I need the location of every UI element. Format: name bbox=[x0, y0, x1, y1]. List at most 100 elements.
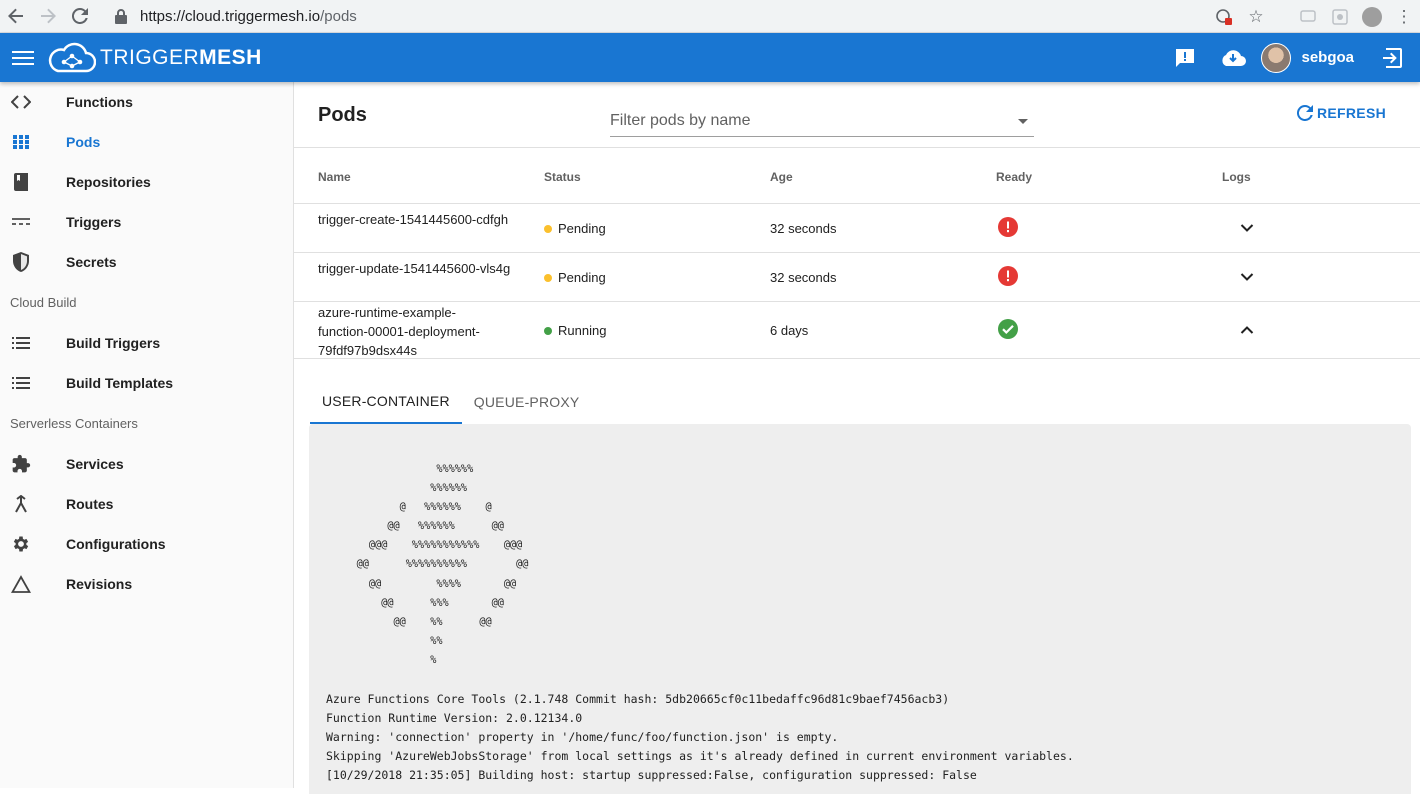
dropdown-caret-icon[interactable] bbox=[1018, 119, 1028, 124]
status-cell: Running bbox=[544, 323, 606, 338]
pod-age: 32 seconds bbox=[770, 221, 837, 236]
main-content: Pods REFRESH Name Status Age Ready Logs … bbox=[294, 82, 1420, 794]
sidebar-item-repositories[interactable]: Repositories bbox=[0, 162, 293, 202]
sidebar-item-build-triggers[interactable]: Build Triggers bbox=[0, 323, 293, 363]
app-header: TRIGGERMESH sebgoa bbox=[0, 33, 1420, 82]
url-path: /pods bbox=[320, 7, 357, 25]
status-dot-pending bbox=[544, 224, 552, 233]
sidebar-item-label: Pods bbox=[66, 134, 101, 150]
menu-icon[interactable] bbox=[12, 50, 34, 65]
sidebar-item-build-templates[interactable]: Build Templates bbox=[0, 363, 293, 403]
browser-menu-icon[interactable]: ⋮ bbox=[1388, 0, 1420, 33]
back-arrow-icon[interactable] bbox=[0, 0, 32, 33]
sidebar-item-label: Services bbox=[66, 456, 124, 472]
extension-icon[interactable] bbox=[1292, 0, 1324, 33]
sidebar-item-secrets[interactable]: Secrets bbox=[0, 242, 293, 282]
pod-age: 6 days bbox=[770, 323, 809, 338]
logout-icon[interactable] bbox=[1372, 33, 1412, 82]
status-dot-pending bbox=[544, 273, 552, 282]
profile-avatar-icon[interactable] bbox=[1356, 0, 1388, 33]
section-serverless-containers: Serverless Containers bbox=[10, 416, 138, 431]
sidebar-item-services[interactable]: Services bbox=[0, 444, 293, 484]
section-cloud-build: Cloud Build bbox=[10, 295, 77, 310]
sidebar-item-label: Revisions bbox=[66, 576, 133, 592]
refresh-button[interactable]: REFRESH bbox=[1297, 105, 1386, 121]
filter-input[interactable] bbox=[610, 107, 1000, 135]
pod-name: azure-runtime-example-function-00001-dep… bbox=[318, 305, 480, 358]
tab-user-container[interactable]: USER-CONTAINER bbox=[310, 380, 462, 424]
reload-icon[interactable] bbox=[64, 0, 96, 33]
brand-light: TRIGGER bbox=[100, 45, 200, 69]
table-row[interactable]: trigger-create-1541445600-cdfgh Pending … bbox=[294, 204, 1420, 253]
status-text: Running bbox=[558, 323, 607, 338]
refresh-icon bbox=[1297, 105, 1313, 121]
status-cell: Pending bbox=[544, 221, 606, 236]
log-output[interactable]: %%%%%% %%%%%% @ %%%%%% @ @@ %%%%%% @@ @@… bbox=[309, 424, 1411, 794]
username[interactable]: sebgoa bbox=[1301, 49, 1354, 66]
page-title: Pods bbox=[318, 104, 367, 126]
pod-age: 32 seconds bbox=[770, 270, 837, 285]
pod-name: trigger-create-1541445600-cdfgh bbox=[318, 212, 509, 227]
shield-icon bbox=[0, 242, 42, 282]
cloud-logo-icon bbox=[48, 42, 96, 72]
sidebar-item-revisions[interactable]: Revisions bbox=[0, 564, 293, 604]
lock-icon bbox=[115, 9, 127, 24]
status-text: Pending bbox=[558, 270, 606, 285]
feedback-icon[interactable] bbox=[1161, 33, 1209, 82]
sidebar-item-label: Functions bbox=[66, 94, 133, 110]
sidebar-item-configurations[interactable]: Configurations bbox=[0, 524, 293, 564]
pod-filter[interactable] bbox=[610, 107, 1034, 137]
blocked-popup-icon[interactable] bbox=[1208, 0, 1240, 33]
tab-queue-proxy[interactable]: QUEUE-PROXY bbox=[462, 380, 592, 424]
sidebar-item-label: Repositories bbox=[66, 174, 151, 190]
list-icon bbox=[0, 323, 42, 363]
sidebar-item-routes[interactable]: Routes bbox=[0, 484, 293, 524]
book-icon bbox=[0, 162, 42, 202]
brand-bold: MESH bbox=[199, 45, 262, 69]
bookmark-star-icon[interactable]: ☆ bbox=[1240, 0, 1272, 33]
column-header-status[interactable]: Status bbox=[544, 170, 581, 184]
sidebar-item-label: Build Triggers bbox=[66, 335, 161, 351]
table-row[interactable]: trigger-update-1541445600-vls4g Pending … bbox=[294, 253, 1420, 302]
dashes-icon bbox=[0, 202, 42, 242]
gear-icon bbox=[0, 524, 42, 564]
sidebar-item-triggers[interactable]: Triggers bbox=[0, 202, 293, 242]
column-header-ready[interactable]: Ready bbox=[996, 170, 1032, 184]
puzzle-icon bbox=[0, 444, 42, 484]
merge-icon bbox=[0, 484, 42, 524]
status-dot-running bbox=[544, 326, 552, 335]
brand-name: TRIGGERMESH bbox=[100, 46, 262, 70]
triggermesh-logo[interactable]: TRIGGERMESH bbox=[46, 41, 262, 75]
url-host: https://cloud.triggermesh.io bbox=[140, 7, 321, 25]
collapse-logs-chevron-up-icon[interactable] bbox=[1240, 323, 1254, 338]
sidebar-item-label: Secrets bbox=[66, 254, 117, 270]
column-header-name[interactable]: Name bbox=[318, 170, 351, 184]
code-icon bbox=[0, 82, 42, 122]
container-tabs: USER-CONTAINER QUEUE-PROXY bbox=[310, 380, 591, 424]
status-cell: Pending bbox=[544, 270, 606, 285]
sidebar-item-label: Build Templates bbox=[66, 375, 174, 391]
extension-icon-2[interactable] bbox=[1324, 0, 1356, 33]
pod-name: trigger-update-1541445600-vls4g bbox=[318, 261, 511, 276]
sidebar-item-label: Routes bbox=[66, 496, 114, 512]
refresh-label: REFRESH bbox=[1317, 105, 1386, 121]
address-bar[interactable]: https://cloud.triggermesh.io/pods bbox=[104, 3, 1270, 29]
triangle-icon bbox=[0, 564, 42, 604]
status-text: Pending bbox=[558, 221, 606, 236]
grid-icon bbox=[0, 122, 42, 162]
sidebar-item-functions[interactable]: Functions bbox=[0, 82, 293, 122]
sidebar-item-label: Triggers bbox=[66, 214, 122, 230]
browser-toolbar: https://cloud.triggermesh.io/pods ☆ ⋮ bbox=[0, 0, 1420, 33]
cloud-download-icon[interactable] bbox=[1209, 33, 1257, 82]
sidebar-item-pods[interactable]: Pods bbox=[0, 122, 293, 162]
expand-logs-chevron-down-icon[interactable] bbox=[1240, 221, 1254, 236]
expand-logs-chevron-down-icon[interactable] bbox=[1240, 270, 1254, 285]
log-ascii-art: %%%%%% %%%%%% @ %%%%%% @ @@ %%%%%% @@ @@… bbox=[356, 464, 529, 666]
check-circle-icon bbox=[998, 319, 1018, 342]
column-header-age[interactable]: Age bbox=[770, 170, 793, 184]
column-header-logs[interactable]: Logs bbox=[1222, 170, 1251, 184]
forward-arrow-icon[interactable] bbox=[32, 0, 64, 33]
avatar[interactable] bbox=[1261, 42, 1292, 73]
sidebar: Functions Pods Repositories Triggers Sec… bbox=[0, 82, 294, 788]
table-row[interactable]: azure-runtime-example-function-00001-dep… bbox=[294, 302, 1420, 359]
